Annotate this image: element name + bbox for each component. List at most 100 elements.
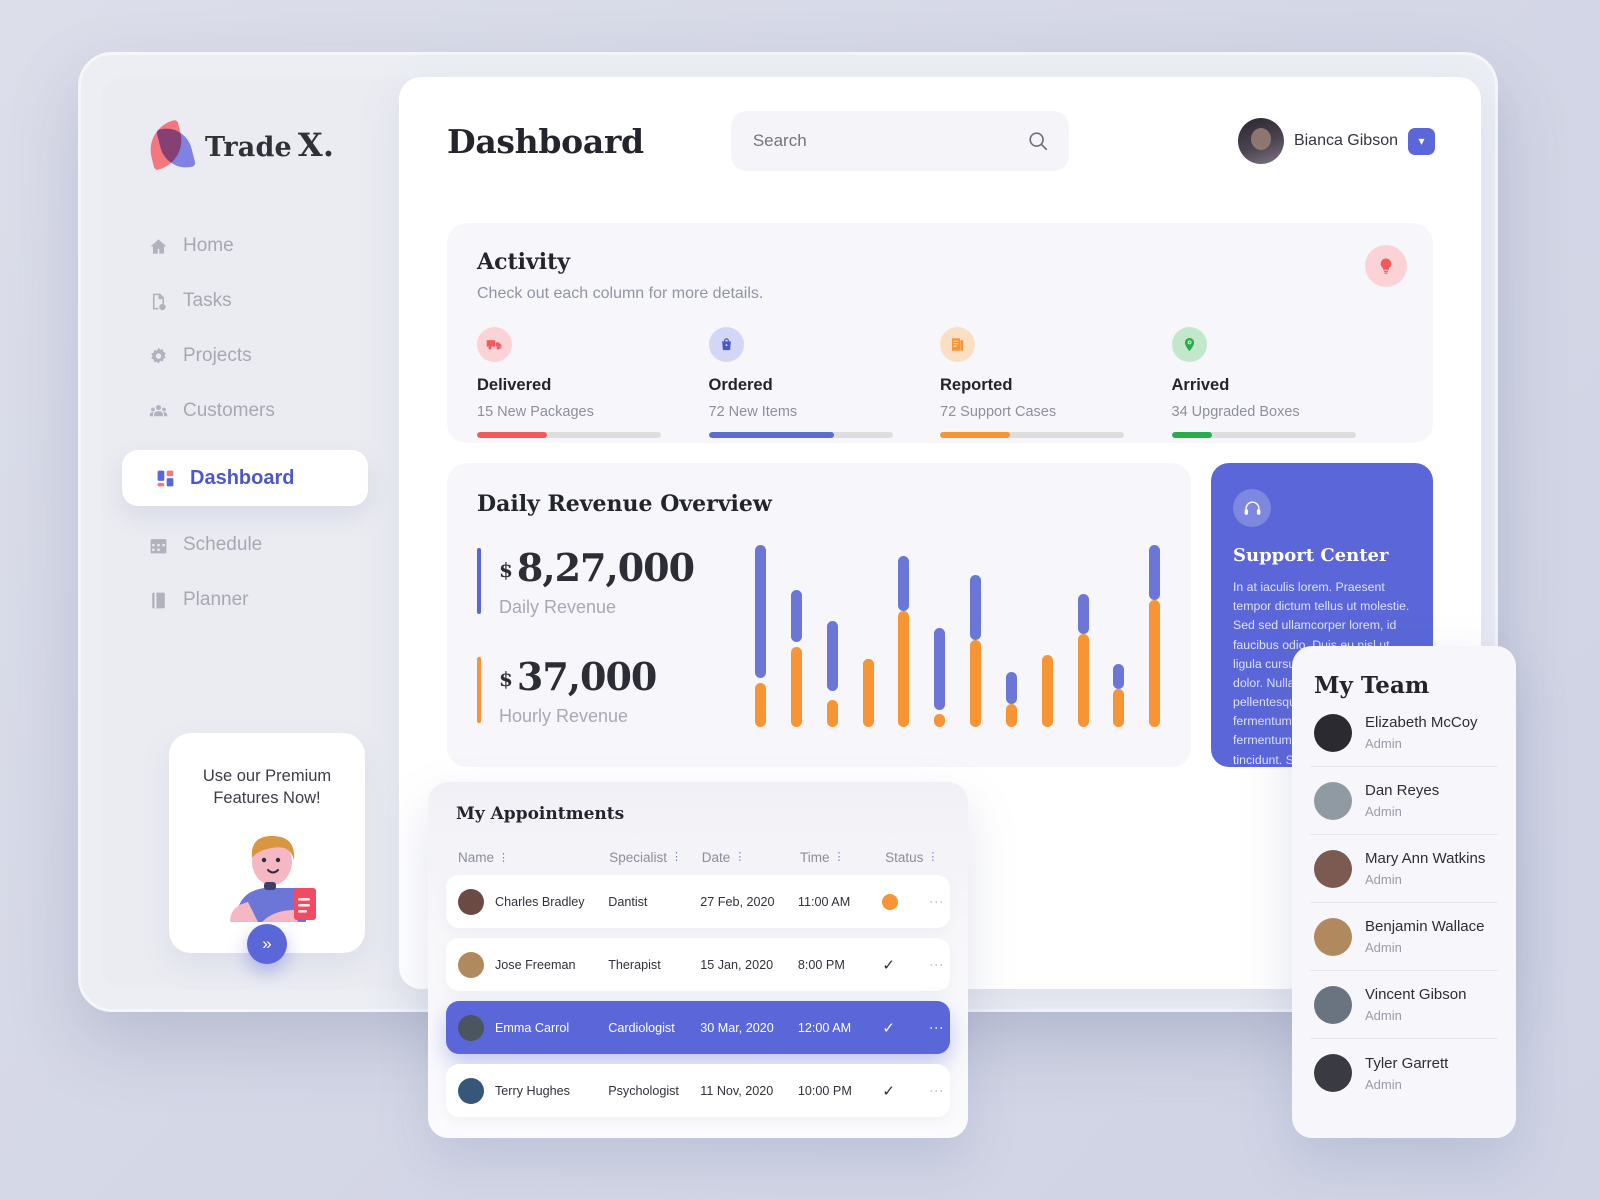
- member-name: Tyler Garrett: [1365, 1054, 1449, 1072]
- progress-fill: [940, 432, 1010, 438]
- brand-logo[interactable]: Trade X.: [101, 77, 399, 173]
- table-row[interactable]: Emma Carrol Cardiologist 30 Mar, 2020 12:00…: [446, 1001, 950, 1054]
- chart-bar-hourly: [898, 611, 910, 727]
- list-item[interactable]: Benjamin Wallace Admin: [1310, 903, 1498, 971]
- pin-icon: [1184, 337, 1194, 352]
- chart-bar-daily: [1113, 664, 1125, 689]
- lightbulb-icon[interactable]: [1365, 245, 1407, 287]
- chart-bar-daily: [1077, 594, 1089, 634]
- stat-icon-badge: [1171, 327, 1207, 362]
- sidebar-item-label: Home: [183, 235, 234, 256]
- sidebar-item-tasks[interactable]: Tasks: [101, 278, 399, 324]
- headset-icon: [1233, 489, 1271, 527]
- chart-bar-daily: [790, 590, 802, 642]
- progress-fill: [1171, 432, 1212, 438]
- revenue-bar-chart[interactable]: [747, 537, 1177, 727]
- column-header-name[interactable]: Name ⋮: [458, 850, 609, 865]
- sort-icon[interactable]: ⋮: [834, 850, 845, 865]
- sort-icon[interactable]: ⋮: [927, 850, 938, 865]
- chart-bar-hourly: [862, 658, 874, 727]
- search-icon[interactable]: [1027, 130, 1049, 152]
- activity-subtitle: Check out each column for more details.: [477, 285, 764, 302]
- cell-status: ✓: [882, 1082, 935, 1100]
- progress-track: [477, 432, 661, 438]
- sidebar-item-customers[interactable]: Customers: [101, 388, 399, 434]
- table-row[interactable]: Terry Hughes Psychologist 11 Nov, 2020 10:0…: [446, 1064, 950, 1117]
- check-icon: ✓: [882, 956, 895, 974]
- chart-bar-hourly: [755, 683, 766, 727]
- list-item[interactable]: Elizabeth McCoy Admin: [1310, 699, 1498, 767]
- member-name: Dan Reyes: [1365, 782, 1440, 799]
- profile-menu[interactable]: Bianca Gibson ▾: [1237, 118, 1435, 164]
- kpi-value: 37,000: [516, 654, 657, 699]
- progress-fill: [708, 432, 834, 438]
- stat-ordered[interactable]: Ordered 72 New Items: [708, 327, 941, 438]
- sidebar-item-dashboard[interactable]: Dashboard: [122, 450, 368, 506]
- list-item[interactable]: Tyler Garrett Admin: [1310, 1039, 1498, 1107]
- promo-line-2: Features Now!: [213, 789, 321, 808]
- chart-bar-daily: [755, 544, 766, 678]
- promo-line-1: Use our Premium: [202, 767, 332, 785]
- list-item[interactable]: Dan Reyes Admin: [1310, 767, 1498, 835]
- chart-bar-daily: [970, 575, 981, 640]
- activity-stats: Delivered 15 New Packages Ordered 72 New…: [477, 327, 1403, 438]
- list-item[interactable]: Vincent Gibson Admin: [1310, 971, 1498, 1039]
- stat-arrived[interactable]: Arrived 34 Upgraded Boxes: [1171, 327, 1404, 438]
- sidebar-nav: Home Tasks Projects Customers Dashboard: [101, 223, 399, 623]
- member-role: Admin: [1365, 1008, 1402, 1023]
- avatar: [1314, 849, 1352, 888]
- sidebar-item-schedule[interactable]: Schedule: [101, 522, 399, 568]
- table-row[interactable]: Jose Freeman Therapist 15 Jan, 2020 8:00 PM…: [446, 938, 950, 991]
- logo-mark-icon: [144, 119, 196, 173]
- revenue-title: Daily Revenue Overview: [477, 491, 772, 517]
- cell-name: Emma Carrol: [495, 1020, 570, 1035]
- sidebar-item-planner[interactable]: Planner: [101, 577, 399, 623]
- table-row[interactable]: Charles Bradley Dantist 27 Feb, 2020 11:00 …: [446, 875, 950, 928]
- sidebar-item-home[interactable]: Home: [101, 223, 399, 269]
- sidebar-item-label: Projects: [183, 345, 252, 366]
- stat-label: Reported: [940, 376, 1013, 394]
- gear-icon: [149, 347, 168, 366]
- column-header-time[interactable]: Time ⋮: [800, 850, 885, 865]
- column-header-specialist[interactable]: Specialist ⋮: [609, 850, 702, 865]
- member-role: Admin: [1365, 736, 1402, 751]
- chevron-down-icon[interactable]: ▾: [1408, 127, 1435, 155]
- chart-bar-hourly: [1077, 633, 1089, 727]
- column-header-date[interactable]: Date ⋮: [702, 850, 800, 865]
- row-menu-icon[interactable]: ⋮: [929, 895, 945, 908]
- chevron-right-icon: »: [262, 934, 272, 953]
- member-role: Admin: [1365, 1076, 1402, 1092]
- chart-bar-hourly: [826, 700, 838, 727]
- avatar: [1314, 781, 1352, 820]
- team-card: My Team Elizabeth McCoy Admin Dan Reyes Adm…: [1292, 646, 1516, 1138]
- avatar: [458, 1014, 484, 1041]
- team-list: Elizabeth McCoy Admin Dan Reyes Admin Mary A…: [1310, 699, 1498, 1107]
- search-box[interactable]: [730, 111, 1069, 171]
- stat-icon-badge: [477, 327, 512, 362]
- stat-reported[interactable]: Reported 72 Support Cases: [940, 327, 1172, 438]
- list-item[interactable]: Mary Ann Watkins Admin: [1310, 835, 1498, 903]
- bag-icon: [721, 338, 731, 351]
- row-menu-icon[interactable]: ⋮: [929, 1021, 945, 1034]
- sidebar-item-projects[interactable]: Projects: [101, 333, 399, 379]
- sort-icon[interactable]: ⋮: [734, 850, 745, 865]
- column-header-status[interactable]: Status ⋮: [885, 850, 938, 865]
- row-menu-icon[interactable]: ⋮: [929, 958, 945, 971]
- promo-text: Use our Premium Features Now!: [169, 733, 365, 810]
- chart-bar-hourly: [790, 647, 802, 727]
- promo-card: Use our Premium Features Now!: [169, 733, 365, 953]
- cell-name: Terry Hughes: [495, 1083, 570, 1098]
- member-role: Admin: [1365, 804, 1402, 819]
- search-input[interactable]: [730, 131, 1069, 151]
- activity-title: Activity: [477, 249, 571, 275]
- sort-icon[interactable]: ⋮: [498, 851, 509, 864]
- row-menu-icon[interactable]: ⋮: [929, 1084, 945, 1097]
- cell-date: 27 Feb, 2020: [700, 894, 775, 909]
- cell-status: [882, 893, 935, 910]
- promo-next-button[interactable]: »: [247, 924, 287, 964]
- avatar: [1314, 917, 1352, 956]
- sort-icon[interactable]: ⋮: [671, 850, 682, 865]
- avatar: [1314, 713, 1352, 752]
- stat-delivered[interactable]: Delivered 15 New Packages: [477, 327, 709, 438]
- chart-bar-daily: [934, 628, 946, 710]
